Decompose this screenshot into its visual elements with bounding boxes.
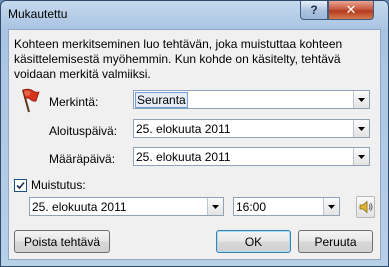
- chevron-down-icon[interactable]: [323, 198, 339, 215]
- cancel-label: Peruuta: [314, 234, 357, 249]
- close-button[interactable]: ✕: [328, 1, 374, 20]
- reminder-sound-button[interactable]: [356, 196, 375, 218]
- due-date-label: Määräpäivä:: [49, 152, 116, 166]
- checkmark-icon: [16, 181, 25, 190]
- window-title: Mukautettu: [8, 7, 68, 21]
- reminder-label: Muistutus:: [31, 178, 86, 192]
- due-date-select[interactable]: 25. elokuuta 2011: [133, 147, 370, 166]
- chevron-down-icon[interactable]: [353, 148, 369, 165]
- reminder-time-select[interactable]: 16:00: [233, 197, 340, 216]
- reminder-checkbox[interactable]: [14, 179, 27, 192]
- ok-label: OK: [244, 234, 263, 249]
- title-bar: Mukautettu ? ✕: [1, 1, 388, 29]
- dialog-body: Kohteen merkitseminen luo tehtävän, joka…: [8, 29, 381, 260]
- chevron-down-icon[interactable]: [353, 120, 369, 137]
- start-date-value: 25. elokuuta 2011: [136, 122, 231, 136]
- chevron-down-icon[interactable]: [207, 198, 223, 215]
- reminder-date-value: 25. elokuuta 2011: [32, 200, 127, 214]
- help-button[interactable]: ?: [300, 1, 328, 20]
- start-date-select[interactable]: 25. elokuuta 2011: [133, 119, 370, 138]
- help-icon: ?: [310, 3, 318, 17]
- description-text: Kohteen merkitseminen luo tehtävän, joka…: [14, 37, 343, 81]
- flag-select[interactable]: Seuranta: [133, 90, 370, 109]
- flag-icon: [18, 87, 40, 116]
- due-date-value: 25. elokuuta 2011: [136, 150, 231, 164]
- cancel-button[interactable]: Peruuta: [298, 230, 373, 253]
- flag-select-value: Seuranta: [135, 92, 188, 108]
- clear-flag-button[interactable]: Poista tehtävä: [14, 230, 110, 253]
- chevron-down-icon[interactable]: [353, 91, 369, 108]
- reminder-time-value: 16:00: [236, 200, 267, 214]
- reminder-date-select[interactable]: 25. elokuuta 2011: [29, 197, 224, 216]
- close-icon: ✕: [345, 2, 357, 17]
- flag-label: Merkintä:: [49, 95, 99, 109]
- ok-button[interactable]: OK: [216, 230, 291, 253]
- speaker-icon: [359, 200, 372, 214]
- clear-flag-label: Poista tehtävä: [23, 234, 101, 249]
- start-date-label: Aloituspäivä:: [49, 124, 118, 138]
- dialog-window: Mukautettu ? ✕ Kohteen merkitseminen luo…: [0, 0, 389, 267]
